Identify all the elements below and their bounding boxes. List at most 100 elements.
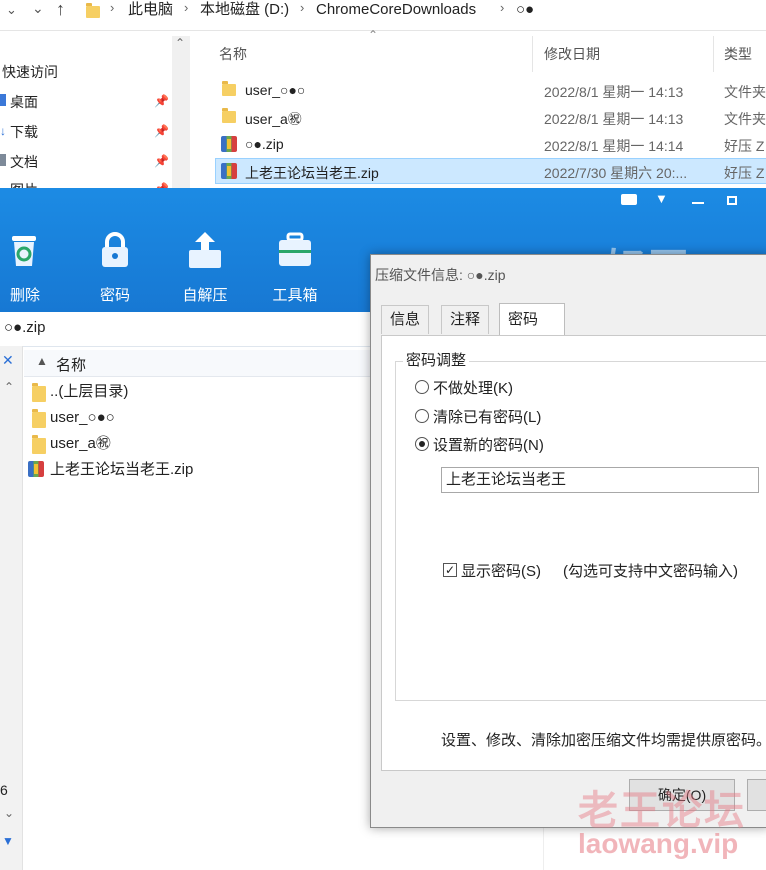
tab-comment[interactable]: 注释	[441, 305, 490, 334]
self-extract-box-icon	[189, 232, 221, 268]
breadcrumb-separator-icon: ›	[500, 0, 505, 15]
maximize-icon[interactable]	[727, 196, 737, 205]
nav-downloads[interactable]: 下载	[10, 122, 38, 142]
watermark-url: laowang.vip	[578, 828, 739, 859]
file-row-date: 2022/8/1 星期一 14:13	[544, 84, 684, 100]
toolbox-button[interactable]: 工具箱	[260, 230, 330, 310]
download-arrow-icon: ↓	[0, 124, 6, 138]
folder-icon	[86, 3, 100, 18]
column-divider	[713, 36, 714, 72]
archive-row[interactable]: ..(上层目录)	[50, 380, 128, 404]
column-header-type[interactable]: 类型	[724, 44, 752, 64]
breadcrumb-this-pc[interactable]: 此电脑	[128, 0, 173, 20]
expand-arrow-icon[interactable]: ▼	[2, 834, 14, 848]
column-divider	[532, 36, 533, 72]
folder-icon	[222, 108, 236, 123]
up-arrow-icon[interactable]: ↑	[56, 0, 65, 20]
password-button[interactable]: 密码	[80, 230, 150, 310]
folder-icon	[222, 81, 236, 96]
scroll-up-icon[interactable]: ⌃	[4, 380, 14, 394]
password-label: 密码	[99, 287, 130, 304]
documents-icon	[0, 154, 6, 166]
folder-icon	[32, 409, 46, 428]
self-extract-label: 自解压	[182, 287, 228, 304]
breadcrumb-current-folder[interactable]: ○●	[516, 0, 534, 20]
scroll-up-icon[interactable]: ⌃	[175, 36, 185, 50]
sort-ascending-icon: ⌃	[368, 28, 379, 42]
file-row-date: 2022/8/1 星期一 14:13	[544, 111, 684, 127]
radio-set-new-password[interactable]	[415, 437, 429, 451]
breadcrumb-separator-icon: ›	[300, 0, 305, 15]
zip-icon	[221, 136, 237, 152]
nav-documents[interactable]: 文档	[10, 152, 38, 172]
close-icon[interactable]: ✕	[2, 352, 14, 369]
radio-clear-password[interactable]	[415, 409, 429, 423]
file-row-name[interactable]: user_○●○	[245, 82, 305, 98]
zip-icon	[28, 461, 44, 477]
lock-icon	[102, 232, 128, 267]
archive-row[interactable]: user_○●○	[50, 406, 115, 430]
pin-icon: 📌	[154, 154, 169, 168]
pin-icon: 📌	[154, 124, 169, 138]
column-header-name[interactable]: 名称	[219, 44, 247, 64]
show-password-hint: (勾选可支持中文密码输入)	[563, 563, 738, 580]
archive-path-bar[interactable]: ○●.zip	[0, 312, 380, 347]
file-row-type: 好压 Z	[724, 138, 765, 154]
archive-row[interactable]: 上老王论坛当老王.zip	[50, 458, 193, 482]
cancel-button[interactable]	[747, 779, 766, 811]
file-row-name[interactable]: ○●.zip	[245, 136, 284, 152]
archive-info-dialog: 压缩文件信息: ○●.zip 信息 注释 密码 密码调整 不做处理(K) 清除已…	[370, 254, 766, 828]
archive-path: ○●.zip	[4, 319, 46, 336]
option-clear-password-label[interactable]: 清除已有密码(L)	[433, 406, 541, 427]
nav-desktop[interactable]: 桌面	[10, 92, 38, 112]
recent-locations-chevron-icon[interactable]: ⌄	[6, 2, 17, 18]
minimize-icon[interactable]	[692, 202, 704, 204]
address-bar[interactable]: ⌄ ⌄ ↑ › 此电脑 › 本地磁盘 (D:) › ChromeCoreDown…	[0, 0, 766, 31]
file-row-date: 2022/7/30 星期六 20:...	[544, 165, 688, 181]
list-header[interactable]: ▲ 名称	[24, 350, 380, 377]
folder-icon	[32, 383, 46, 402]
dropdown-chevron-icon[interactable]: ⌄	[32, 0, 44, 17]
show-password-label[interactable]: 显示密码(S)	[461, 560, 541, 581]
password-group-label: 密码调整	[403, 349, 470, 370]
file-row-name-selected[interactable]: 上老王论坛当老王.zip	[245, 163, 379, 183]
show-password-checkbox[interactable]: ✓	[443, 563, 457, 577]
file-row-type: 好压 Z	[724, 165, 765, 181]
file-row-type: 文件夹	[724, 84, 766, 100]
zip-icon	[221, 163, 237, 179]
toolbox-icon	[279, 232, 311, 266]
file-row-date: 2022/8/1 星期一 14:14	[544, 138, 684, 154]
tab-password[interactable]: 密码	[499, 303, 565, 335]
password-note: 设置、修改、清除加密压缩文件均需提供原密码。	[441, 732, 766, 749]
desktop-icon	[0, 94, 6, 106]
pin-icon: 📌	[154, 94, 169, 108]
archive-row[interactable]: user_a㊗	[50, 432, 111, 456]
status-digit: 6	[0, 782, 8, 798]
scroll-down-icon[interactable]: ⌄	[4, 806, 14, 820]
nav-scrollbar[interactable]: ⌃	[172, 36, 190, 190]
column-header-date[interactable]: 修改日期	[544, 44, 600, 64]
file-row-name[interactable]: user_a㊗	[245, 109, 302, 129]
feedback-icon[interactable]	[621, 194, 637, 205]
nav-quick-access[interactable]: 快速访问	[2, 62, 58, 82]
new-password-input[interactable]: 上老王论坛当老王	[441, 467, 759, 493]
menu-icon[interactable]: ▼	[655, 191, 668, 206]
breadcrumb-separator-icon: ›	[110, 0, 115, 15]
file-row-type: 文件夹	[724, 111, 766, 127]
recycle-bin-icon	[12, 236, 36, 266]
delete-button[interactable]: 删除	[0, 230, 50, 310]
option-no-change-label[interactable]: 不做处理(K)	[433, 377, 513, 398]
option-set-new-password-label[interactable]: 设置新的密码(N)	[433, 434, 544, 455]
sort-ascending-icon: ▲	[36, 354, 48, 368]
radio-no-change[interactable]	[415, 380, 429, 394]
breadcrumb-drive-d[interactable]: 本地磁盘 (D:)	[200, 0, 289, 20]
delete-label: 删除	[9, 287, 40, 304]
file-explorer-window: ⌄ ⌄ ↑ › 此电脑 › 本地磁盘 (D:) › ChromeCoreDown…	[0, 0, 766, 198]
tab-info[interactable]: 信息	[381, 305, 430, 334]
toolbox-label: 工具箱	[272, 287, 318, 304]
folder-icon	[32, 435, 46, 454]
self-extract-button[interactable]: 自解压	[170, 230, 240, 310]
breadcrumb-separator-icon: ›	[184, 0, 189, 15]
dialog-title: 压缩文件信息: ○●.zip	[375, 267, 506, 283]
breadcrumb-chromecore-downloads[interactable]: ChromeCoreDownloads	[316, 0, 476, 20]
